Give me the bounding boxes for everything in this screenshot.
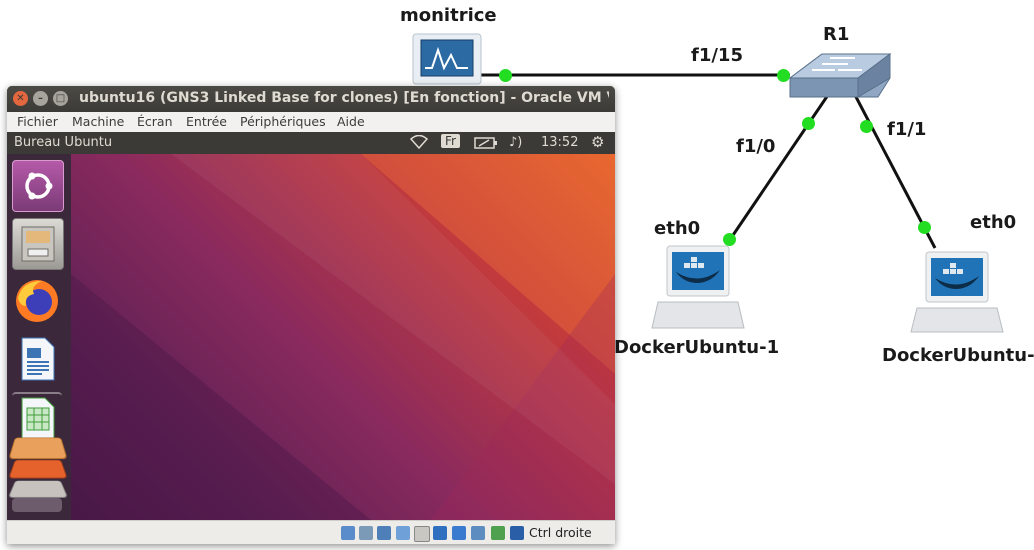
virtualbox-window[interactable]: ✕ – □ ubuntu16 (GNS3 Linked Base for clo… <box>7 86 615 544</box>
software-center-icon[interactable] <box>8 459 68 479</box>
clock[interactable]: 13:52 <box>541 135 578 150</box>
launcher-fade <box>12 498 62 512</box>
menu-peripheriques[interactable]: Périphériques <box>240 114 326 129</box>
audio-icon[interactable] <box>377 526 391 540</box>
usb-icon[interactable] <box>414 526 430 542</box>
desktop-title: Bureau Ubuntu <box>14 135 113 150</box>
shared-folders-icon[interactable] <box>433 526 447 540</box>
settings-icon[interactable] <box>7 480 69 498</box>
link-label-f1-15: f1/15 <box>691 45 743 66</box>
writer-icon[interactable] <box>12 334 62 384</box>
link-label-eth0-docker2: eth0 <box>970 212 1017 233</box>
maximize-button[interactable]: □ <box>53 91 68 106</box>
link-dot-r1-f1-15 <box>777 69 790 82</box>
ubuntu-desktop[interactable] <box>71 154 615 520</box>
r1-switch-icon[interactable] <box>788 53 892 98</box>
unity-launcher <box>7 154 72 520</box>
docker1-laptop-icon[interactable] <box>651 245 745 329</box>
display-icon[interactable] <box>452 526 466 540</box>
docker2-label: DockerUbuntu- <box>882 345 1034 366</box>
link-label-f1-1: f1/1 <box>887 119 927 140</box>
hard-disk-icon[interactable] <box>341 526 355 540</box>
menu-machine[interactable]: Machine <box>72 114 124 129</box>
ubuntu-dash-icon[interactable] <box>12 160 64 212</box>
minimize-button[interactable]: – <box>33 91 48 106</box>
firefox-icon[interactable] <box>12 276 62 326</box>
link-dot-docker2-eth0 <box>918 221 931 234</box>
keyboard-layout-indicator[interactable]: Fr <box>441 134 460 148</box>
close-button[interactable]: ✕ <box>13 91 28 106</box>
docker2-laptop-icon[interactable] <box>910 251 1004 333</box>
link-dot-docker1-eth0 <box>723 233 736 246</box>
menu-bar: Fichier Machine Écran Entrée Périphériqu… <box>7 112 615 133</box>
mouse-integration-icon[interactable] <box>510 526 524 540</box>
vbox-status-bar: Ctrl droite <box>7 520 615 544</box>
link-label-eth0-docker1: eth0 <box>654 218 701 239</box>
link-dot-r1-f1-0 <box>802 117 815 130</box>
calc-icon[interactable] <box>12 392 62 444</box>
optical-drive-icon[interactable] <box>359 526 373 540</box>
menu-ecran[interactable]: Écran <box>137 114 173 129</box>
wifi-icon[interactable] <box>409 134 429 153</box>
menu-aide[interactable]: Aide <box>337 114 365 129</box>
link-dot-monitrice <box>499 69 512 82</box>
volume-icon[interactable]: ♪) <box>509 135 522 150</box>
impress-icon[interactable] <box>8 437 68 460</box>
r1-label: R1 <box>823 24 850 45</box>
cpu-icon[interactable] <box>491 526 505 540</box>
host-key-label: Ctrl droite <box>529 525 592 540</box>
battery-icon[interactable] <box>474 137 498 153</box>
menu-fichier[interactable]: Fichier <box>17 114 58 129</box>
menu-entree[interactable]: Entrée <box>186 114 227 129</box>
ubuntu-top-panel: Bureau Ubuntu Fr ♪) 13:52 ⚙ <box>7 132 615 154</box>
window-title: ubuntu16 (GNS3 Linked Base for clones) [… <box>79 90 609 106</box>
window-titlebar[interactable]: ✕ – □ ubuntu16 (GNS3 Linked Base for clo… <box>7 86 615 112</box>
docker1-label: DockerUbuntu-1 <box>614 337 780 358</box>
link-r1-docker1[interactable] <box>725 94 830 245</box>
network-icon[interactable] <box>396 526 410 540</box>
link-label-f1-0: f1/0 <box>736 136 776 157</box>
monitrice-node[interactable] <box>412 33 482 85</box>
files-icon[interactable] <box>12 218 64 270</box>
link-dot-r1-f1-1 <box>860 120 873 133</box>
monitrice-label: monitrice <box>400 5 497 26</box>
gear-icon[interactable]: ⚙ <box>591 133 604 151</box>
video-capture-icon[interactable] <box>471 526 485 540</box>
